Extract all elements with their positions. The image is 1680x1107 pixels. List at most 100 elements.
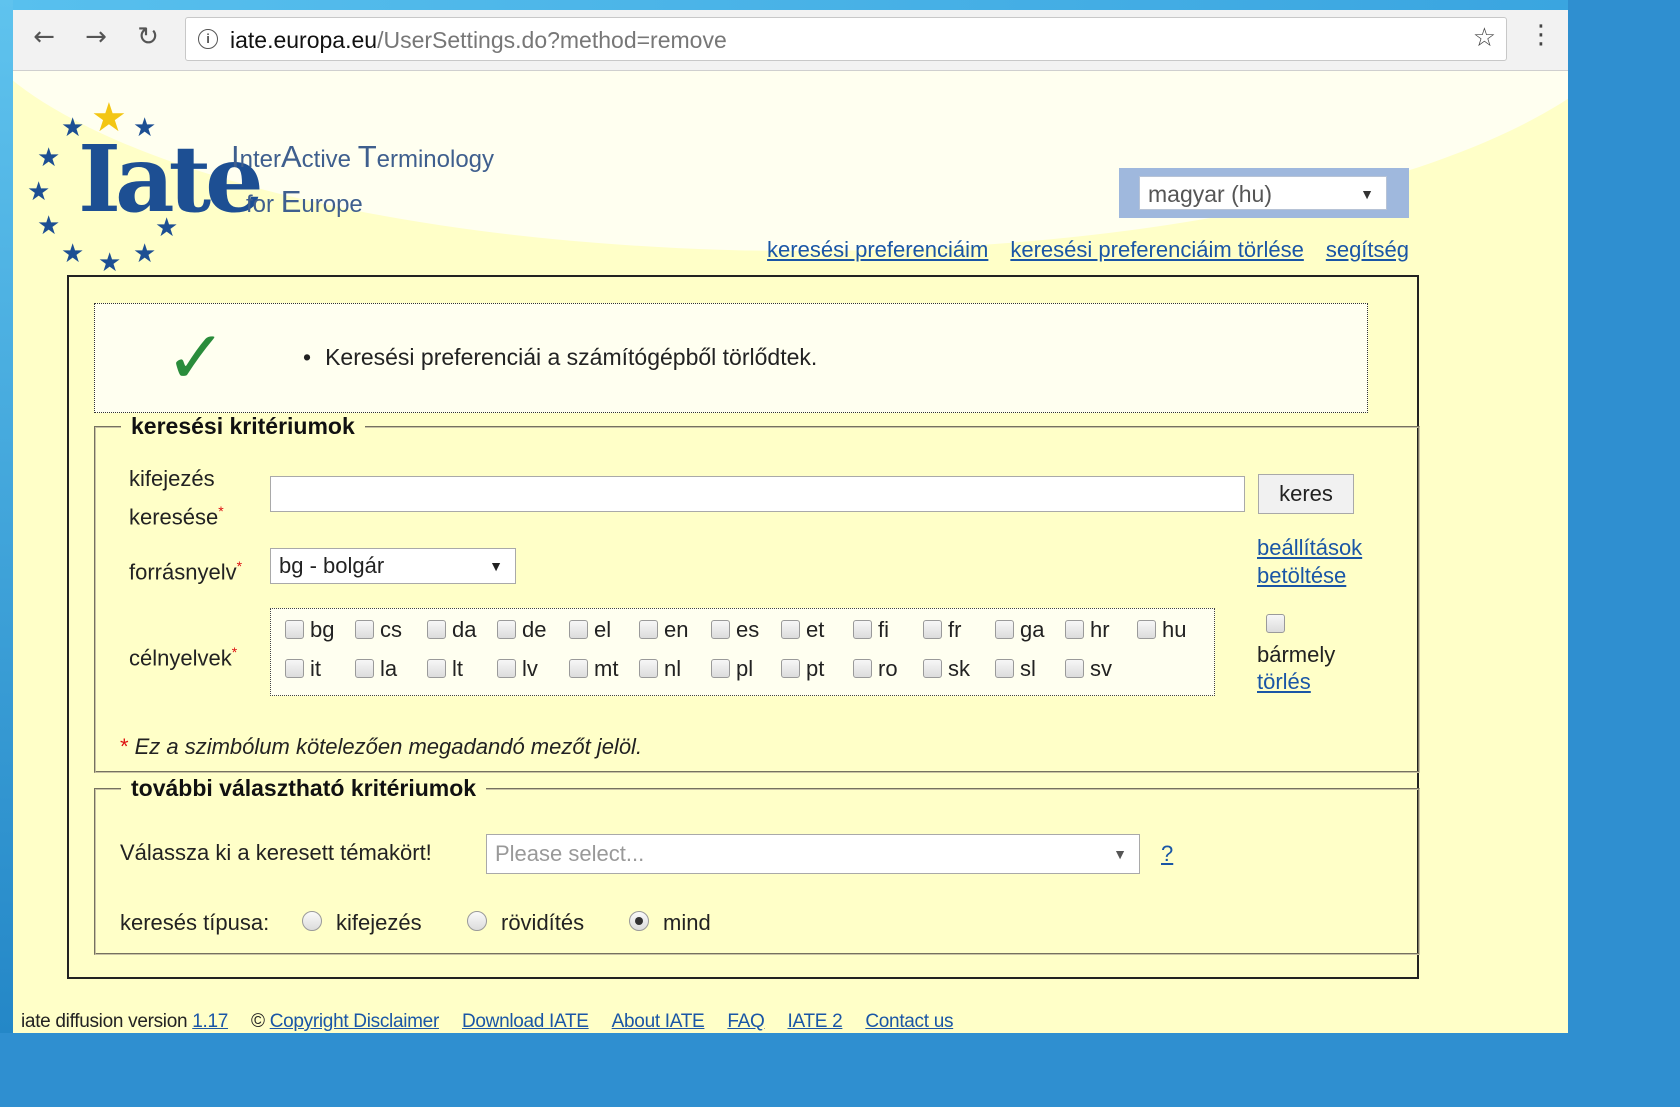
language-option-sl[interactable]: sl [995, 656, 1036, 682]
domain-select[interactable]: Please select... ▼ [486, 834, 1140, 874]
forward-arrow-icon[interactable]: → [81, 22, 111, 52]
search-button[interactable]: keres [1258, 474, 1354, 514]
language-option-sv[interactable]: sv [1065, 656, 1112, 682]
language-select[interactable]: magyar (hu) ▼ [1139, 176, 1387, 210]
browser-menu-icon[interactable]: ⋮ [1528, 20, 1554, 50]
language-checkbox[interactable] [355, 619, 374, 639]
language-option-hu[interactable]: hu [1137, 617, 1186, 643]
language-option-ro[interactable]: ro [853, 656, 898, 682]
help-link[interactable]: segítség [1326, 237, 1409, 262]
type-all-option[interactable]: mind [629, 906, 711, 939]
contact-link[interactable]: Contact us [865, 1011, 953, 1032]
language-option-pt[interactable]: pt [781, 656, 824, 682]
preferences-link[interactable]: keresési preferenciáim [767, 237, 988, 262]
iate-logo[interactable]: ★ ★ ★ ★ ★ ★ ★ ★ ★ ★ Iate [23, 95, 264, 278]
language-code-label: sk [948, 656, 970, 681]
term-input[interactable] [270, 476, 1245, 512]
footer: iate diffusion version 1.17 © Copyright … [21, 1011, 953, 1033]
source-language-select[interactable]: bg - bolgár ▼ [270, 548, 516, 584]
language-option-fi[interactable]: fi [853, 617, 889, 643]
language-option-sk[interactable]: sk [923, 656, 970, 682]
back-arrow-icon[interactable]: ← [29, 22, 59, 52]
language-checkbox[interactable] [781, 619, 800, 639]
language-checkbox[interactable] [1137, 619, 1156, 639]
language-code-label: ga [1020, 617, 1045, 642]
language-option-da[interactable]: da [427, 617, 476, 643]
language-code-label: it [310, 656, 321, 681]
clear-languages-link[interactable]: törlés [1257, 668, 1311, 696]
version-link[interactable]: 1.17 [192, 1011, 228, 1032]
about-link[interactable]: About IATE [612, 1011, 705, 1032]
language-checkbox[interactable] [639, 658, 658, 678]
language-code-label: pl [736, 656, 754, 681]
language-checkbox[interactable] [285, 658, 304, 678]
iate2-link[interactable]: IATE 2 [788, 1011, 843, 1032]
language-code-label: fi [878, 617, 889, 642]
language-code-label: nl [664, 656, 682, 681]
language-checkbox[interactable] [569, 658, 588, 678]
copyright-link[interactable]: Copyright Disclaimer [270, 1011, 440, 1032]
language-checkbox[interactable] [923, 619, 942, 639]
language-checkbox[interactable] [427, 619, 446, 639]
language-checkbox[interactable] [853, 619, 872, 639]
language-checkbox[interactable] [1065, 658, 1084, 678]
optional-criteria-fieldset: további választható kritériumok Válassza… [94, 775, 1420, 955]
language-code-label: hr [1090, 617, 1110, 642]
language-checkbox[interactable] [711, 658, 730, 678]
radio-term[interactable] [302, 911, 322, 932]
language-option-bg[interactable]: bg [285, 617, 334, 643]
delete-preferences-link[interactable]: keresési preferenciáim törlése [1010, 237, 1303, 262]
language-option-de[interactable]: de [497, 617, 546, 643]
language-checkbox[interactable] [995, 619, 1014, 639]
language-checkbox[interactable] [853, 658, 872, 678]
reload-icon[interactable]: ↻ [133, 22, 163, 52]
language-option-en[interactable]: en [639, 617, 688, 643]
language-option-et[interactable]: et [781, 617, 824, 643]
language-checkbox[interactable] [497, 619, 516, 639]
url-text[interactable]: iate.europa.eu/UserSettings.do?method=re… [230, 27, 727, 54]
language-option-lt[interactable]: lt [427, 656, 463, 682]
address-bar[interactable]: i iate.europa.eu/UserSettings.do?method=… [185, 17, 1507, 61]
load-settings-link[interactable]: beállítások betöltése [1257, 534, 1362, 590]
info-icon[interactable]: i [198, 29, 218, 49]
language-code-label: da [452, 617, 477, 642]
radio-abbreviation[interactable] [467, 911, 487, 932]
language-checkbox[interactable] [995, 658, 1014, 678]
domain-help-link[interactable]: ? [1161, 840, 1173, 868]
language-checkbox[interactable] [427, 658, 446, 678]
language-option-fr[interactable]: fr [923, 617, 961, 643]
required-note: * Ez a szimbólum kötelezően megadandó mez… [120, 734, 643, 759]
language-checkbox[interactable] [1065, 619, 1084, 639]
language-code-label: pt [806, 656, 825, 681]
language-code-label: et [806, 617, 825, 642]
language-option-nl[interactable]: nl [639, 656, 681, 682]
faq-link[interactable]: FAQ [727, 1011, 764, 1032]
language-code-label: de [522, 617, 547, 642]
language-option-pl[interactable]: pl [711, 656, 753, 682]
language-option-cs[interactable]: cs [355, 617, 402, 643]
dropdown-arrow-icon: ▼ [489, 558, 503, 574]
language-option-it[interactable]: it [285, 656, 321, 682]
bookmark-star-icon[interactable]: ☆ [1473, 23, 1496, 53]
language-checkbox[interactable] [569, 619, 588, 639]
language-option-ga[interactable]: ga [995, 617, 1044, 643]
language-option-hr[interactable]: hr [1065, 617, 1110, 643]
language-checkbox[interactable] [285, 619, 304, 639]
language-option-lv[interactable]: lv [497, 656, 538, 682]
language-checkbox[interactable] [497, 658, 516, 678]
download-link[interactable]: Download IATE [462, 1011, 589, 1032]
any-language-checkbox[interactable] [1266, 614, 1285, 633]
language-option-el[interactable]: el [569, 617, 611, 643]
language-option-mt[interactable]: mt [569, 656, 618, 682]
radio-all[interactable] [629, 911, 649, 932]
language-checkbox[interactable] [355, 658, 374, 678]
language-checkbox[interactable] [781, 658, 800, 678]
language-code-label: la [380, 656, 398, 681]
language-checkbox[interactable] [639, 619, 658, 639]
language-checkbox[interactable] [711, 619, 730, 639]
type-term-option[interactable]: kifejezés [302, 906, 422, 939]
type-abbreviation-option[interactable]: rövidítés [467, 906, 584, 939]
language-option-es[interactable]: es [711, 617, 759, 643]
language-option-la[interactable]: la [355, 656, 397, 682]
language-checkbox[interactable] [923, 658, 942, 678]
